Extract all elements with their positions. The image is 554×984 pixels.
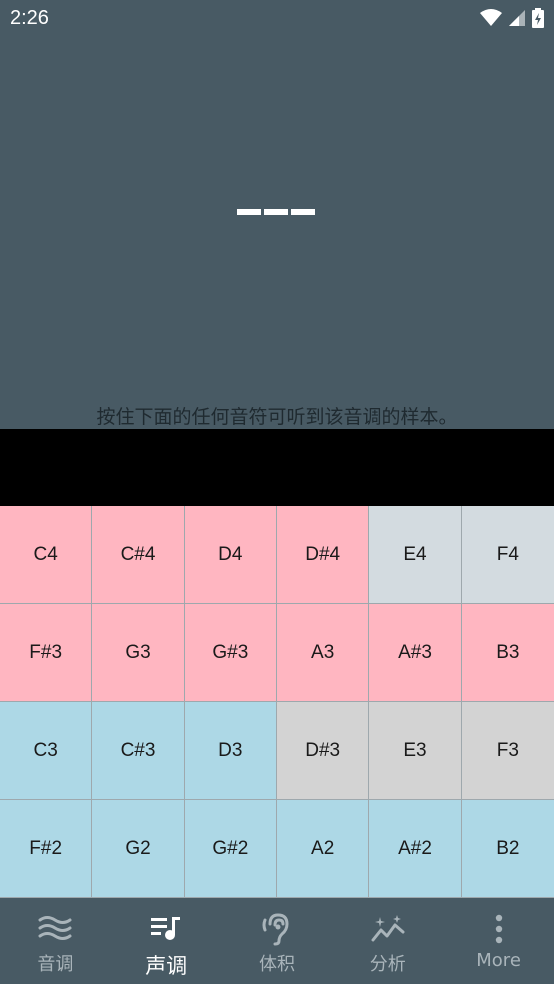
note-key-label: G2 bbox=[125, 837, 151, 859]
black-band bbox=[0, 429, 554, 506]
note-key-label: A2 bbox=[311, 837, 335, 859]
nav-item-1[interactable]: 声调 bbox=[111, 898, 222, 984]
note-key-a3[interactable]: A3 bbox=[277, 604, 370, 702]
note-key-g3[interactable]: G3 bbox=[92, 604, 185, 702]
more-vertical-icon bbox=[482, 912, 516, 946]
note-key-label: F#3 bbox=[29, 641, 63, 663]
note-key-label: G3 bbox=[125, 641, 151, 663]
note-key-label: C4 bbox=[33, 543, 58, 565]
nav-item-label: 体积 bbox=[258, 954, 295, 975]
note-key-d4[interactable]: D4 bbox=[184, 506, 277, 604]
nav-item-2[interactable]: 体积 bbox=[222, 898, 333, 984]
nav-item-label: 声调 bbox=[145, 954, 188, 978]
waves-icon bbox=[38, 912, 72, 946]
note-key-label: F3 bbox=[496, 739, 519, 761]
nav-item-3[interactable]: 分析 bbox=[332, 898, 443, 984]
note-key-e3[interactable]: E3 bbox=[369, 702, 462, 800]
note-key-d3[interactable]: D3 bbox=[184, 702, 277, 800]
note-key-f3[interactable]: F3 bbox=[461, 702, 554, 800]
nav-item-0[interactable]: 音调 bbox=[0, 898, 111, 984]
note-key-asharp3[interactable]: A#3 bbox=[369, 604, 462, 702]
note-key-b2[interactable]: B2 bbox=[461, 800, 554, 898]
note-key-label: D#3 bbox=[305, 739, 341, 761]
status-icons bbox=[480, 8, 544, 28]
wifi-icon bbox=[480, 9, 502, 26]
note-key-label: D#4 bbox=[305, 543, 341, 565]
note-key-dsharp3[interactable]: D#3 bbox=[277, 702, 370, 800]
note-key-label: C#3 bbox=[120, 739, 156, 761]
note-key-label: E3 bbox=[403, 739, 427, 761]
note-key-gsharp2[interactable]: G#2 bbox=[184, 800, 277, 898]
note-key-gsharp3[interactable]: G#3 bbox=[184, 604, 277, 702]
note-key-label: D3 bbox=[218, 739, 243, 761]
note-key-csharp3[interactable]: C#3 bbox=[92, 702, 185, 800]
sparkle-chart-icon bbox=[371, 912, 405, 946]
note-display-panel bbox=[0, 38, 554, 429]
note-key-fsharp2[interactable]: F#2 bbox=[0, 800, 93, 898]
note-key-label: B3 bbox=[496, 641, 520, 663]
hint-text: 按住下面的任何音符可听到该音调的样本。 bbox=[96, 406, 458, 428]
note-key-label: D4 bbox=[218, 543, 243, 565]
note-key-label: C#4 bbox=[120, 543, 156, 565]
nav-item-label: More bbox=[476, 950, 521, 971]
note-key-label: A#2 bbox=[398, 837, 432, 859]
status-bar: 2:26 bbox=[0, 0, 554, 38]
note-key-label: F4 bbox=[496, 543, 519, 565]
note-key-label: C3 bbox=[33, 739, 58, 761]
nav-item-label: 音调 bbox=[37, 954, 74, 975]
status-time: 2:26 bbox=[10, 7, 49, 29]
note-key-b3[interactable]: B3 bbox=[461, 604, 554, 702]
battery-icon bbox=[532, 8, 544, 28]
note-key-label: G#3 bbox=[212, 641, 249, 663]
note-key-f4[interactable]: F4 bbox=[461, 506, 554, 604]
note-key-label: E4 bbox=[403, 543, 427, 565]
note-key-fsharp3[interactable]: F#3 bbox=[0, 604, 93, 702]
note-key-label: G#2 bbox=[212, 837, 249, 859]
nav-item-4[interactable]: More bbox=[443, 898, 554, 984]
note-key-csharp4[interactable]: C#4 bbox=[92, 506, 185, 604]
note-key-c4[interactable]: C4 bbox=[0, 506, 93, 604]
note-key-e4[interactable]: E4 bbox=[369, 506, 462, 604]
note-key-asharp2[interactable]: A#2 bbox=[369, 800, 462, 898]
note-keyboard: C4 C#4 D4 D#4 E4 F4 F#3 G3 G#3 A3 A#3 B3 C3 C#3 D3 D#3 E… bbox=[0, 506, 554, 898]
note-key-dsharp4[interactable]: D#4 bbox=[277, 506, 370, 604]
note-key-label: F#2 bbox=[29, 837, 63, 859]
ear-icon bbox=[260, 912, 294, 946]
note-key-g2[interactable]: G2 bbox=[92, 800, 185, 898]
note-key-label: A3 bbox=[311, 641, 335, 663]
note-key-a2[interactable]: A2 bbox=[277, 800, 370, 898]
music-note-list-icon bbox=[149, 912, 183, 946]
bottom-nav: 音调 声调 体积 分析 More bbox=[0, 898, 554, 984]
nav-item-label: 分析 bbox=[369, 954, 406, 975]
note-key-c3[interactable]: C3 bbox=[0, 702, 93, 800]
note-key-label: B2 bbox=[496, 837, 520, 859]
signal-icon bbox=[509, 10, 525, 26]
note-key-label: A#3 bbox=[398, 641, 432, 663]
